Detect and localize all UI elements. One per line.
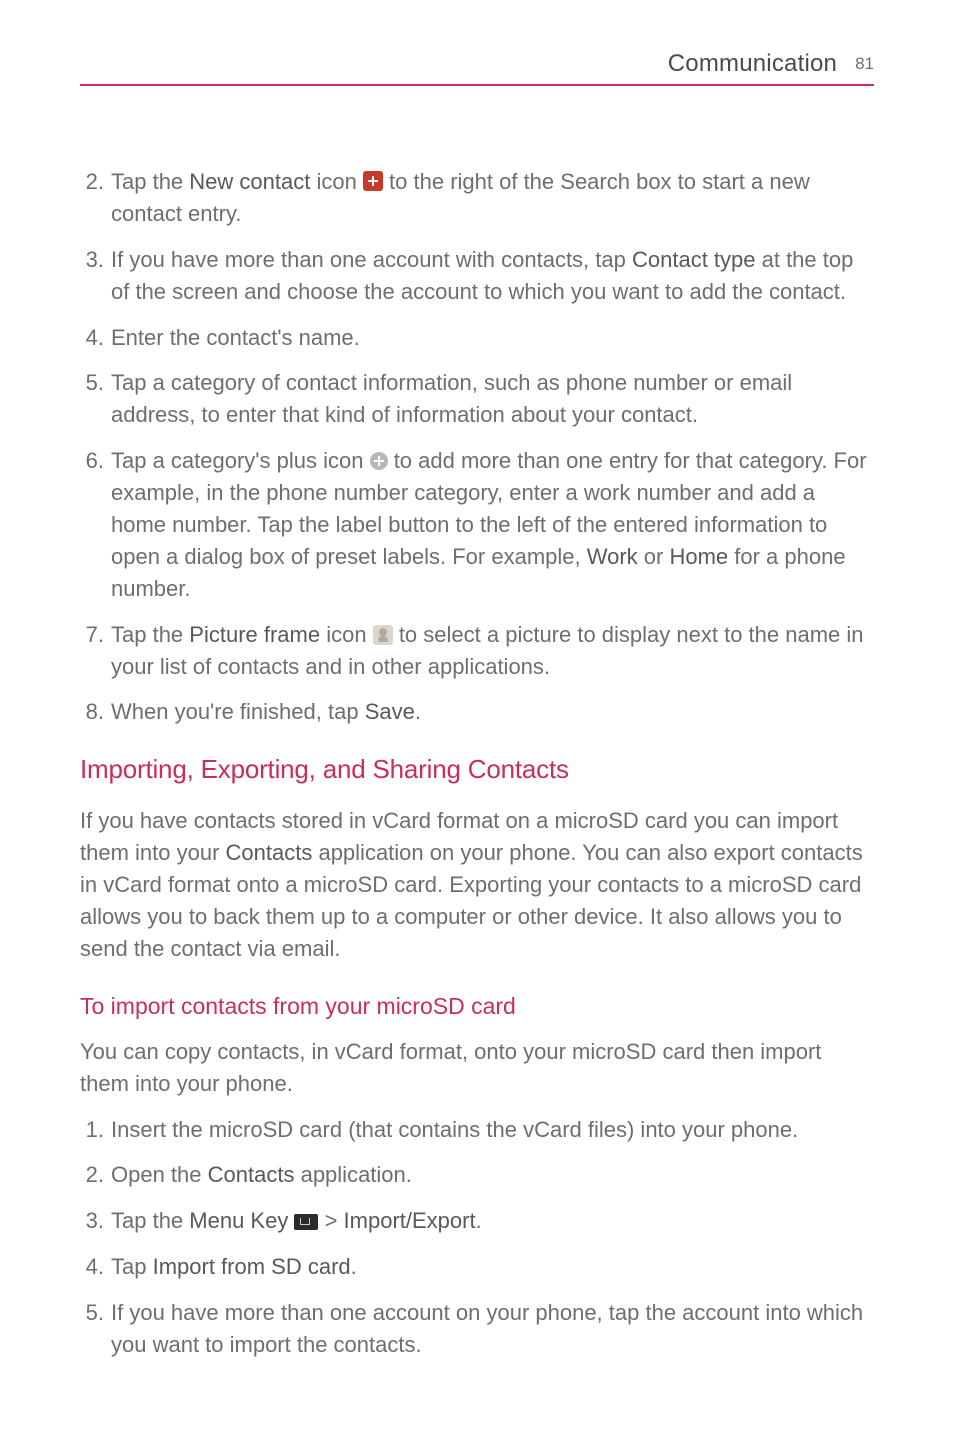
step-body: Tap a category of contact information, s…	[108, 367, 874, 431]
step-body: Tap the Picture frame icon to select a p…	[108, 619, 874, 683]
step-item: 7. Tap the Picture frame icon to select …	[80, 619, 874, 683]
step-body: When you're finished, tap Save.	[108, 696, 874, 728]
section-title: Communication	[668, 50, 837, 78]
subsection-paragraph: You can copy contacts, in vCard format, …	[80, 1036, 874, 1100]
step-item: 1. Insert the microSD card (that contain…	[80, 1114, 874, 1146]
step-number: 8.	[80, 696, 108, 728]
step-body: Tap the New contact icon to the right of…	[108, 166, 874, 230]
page-header: Communication 81	[80, 50, 874, 86]
step-body: Tap the Menu Key > Import/Export.	[108, 1205, 874, 1237]
section-heading-importing: Importing, Exporting, and Sharing Contac…	[80, 754, 874, 785]
category-plus-icon	[370, 452, 388, 470]
step-number: 3.	[80, 244, 108, 308]
step-item: 3. If you have more than one account wit…	[80, 244, 874, 308]
step-body: Insert the microSD card (that contains t…	[108, 1114, 874, 1146]
step-number: 6.	[80, 445, 108, 604]
step-item: 2. Open the Contacts application.	[80, 1159, 874, 1191]
step-number: 2.	[80, 166, 108, 230]
step-item: 5. If you have more than one account on …	[80, 1297, 874, 1361]
step-number: 2.	[80, 1159, 108, 1191]
menu-key-icon	[294, 1214, 318, 1230]
step-body: Open the Contacts application.	[108, 1159, 874, 1191]
step-item: 4. Enter the contact's name.	[80, 322, 874, 354]
new-contact-plus-icon	[363, 171, 383, 191]
step-number: 4.	[80, 1251, 108, 1283]
step-item: 8. When you're finished, tap Save.	[80, 696, 874, 728]
step-body: Enter the contact's name.	[108, 322, 874, 354]
step-number: 5.	[80, 367, 108, 431]
step-item: 6. Tap a category's plus icon to add mor…	[80, 445, 874, 604]
step-item: 3. Tap the Menu Key > Import/Export.	[80, 1205, 874, 1237]
step-item: 2. Tap the New contact icon to the right…	[80, 166, 874, 230]
page-number: 81	[855, 54, 874, 74]
step-item: 5. Tap a category of contact information…	[80, 367, 874, 431]
step-number: 5.	[80, 1297, 108, 1361]
picture-frame-icon	[373, 625, 393, 645]
step-number: 3.	[80, 1205, 108, 1237]
section-paragraph: If you have contacts stored in vCard for…	[80, 805, 874, 964]
step-body: If you have more than one account on you…	[108, 1297, 874, 1361]
step-item: 4. Tap Import from SD card.	[80, 1251, 874, 1283]
step-number: 1.	[80, 1114, 108, 1146]
subsection-heading-import-sd: To import contacts from your microSD car…	[80, 993, 874, 1020]
step-number: 4.	[80, 322, 108, 354]
step-body: Tap a category's plus icon to add more t…	[108, 445, 874, 604]
step-body: If you have more than one account with c…	[108, 244, 874, 308]
step-number: 7.	[80, 619, 108, 683]
step-body: Tap Import from SD card.	[108, 1251, 874, 1283]
